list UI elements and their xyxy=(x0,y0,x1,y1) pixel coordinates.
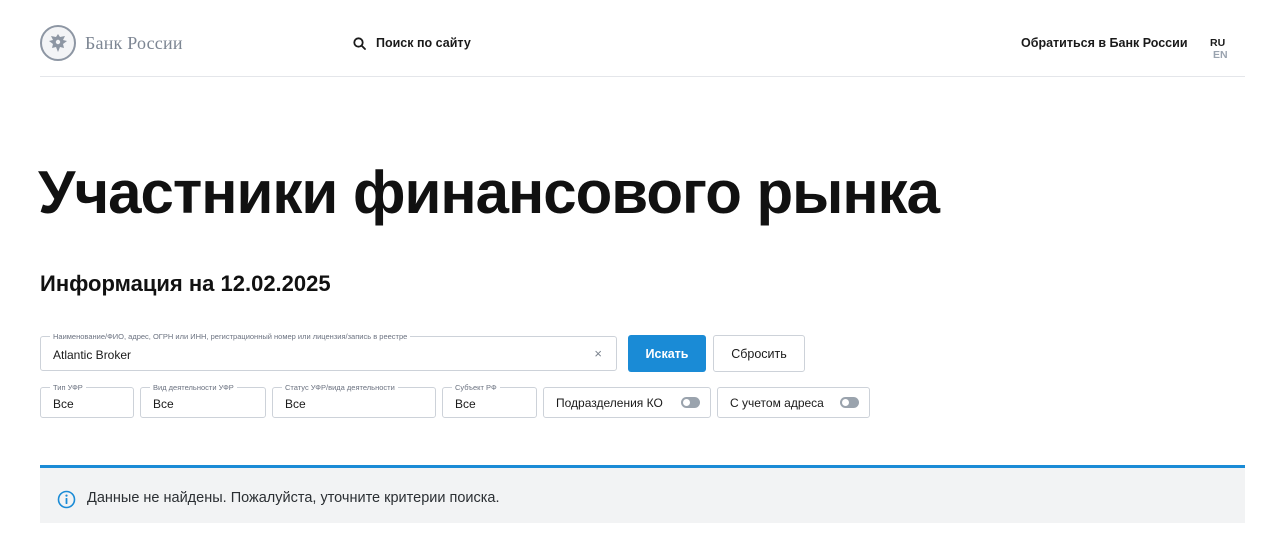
toggle-label: Подразделения КО xyxy=(556,395,663,410)
filter-value: Все xyxy=(455,397,476,411)
search-icon xyxy=(353,36,366,50)
reset-button[interactable]: Сбросить xyxy=(713,335,805,372)
main-search-label: Наименование/ФИО, адрес, ОГРН или ИНН, р… xyxy=(50,332,411,341)
filter-region[interactable]: Субъект РФ Все xyxy=(442,383,537,418)
logo[interactable]: Банк России xyxy=(40,25,183,61)
filter-label: Статус УФР/вида деятельности xyxy=(282,383,398,392)
filter-label: Вид деятельности УФР xyxy=(150,383,237,392)
info-icon xyxy=(57,490,76,509)
toggle-switch[interactable] xyxy=(681,397,700,408)
filter-status[interactable]: Статус УФР/вида деятельности Все xyxy=(272,383,436,418)
info-date-heading: Информация на 12.02.2025 xyxy=(40,271,331,296)
filter-ufr-type[interactable]: Тип УФР Все xyxy=(40,383,134,418)
lang-en-link[interactable]: EN xyxy=(1213,49,1228,61)
toggle-branches-ko[interactable]: Подразделения КО xyxy=(543,387,711,418)
no-data-alert: Данные не найдены. Пожалуйста, уточните … xyxy=(40,465,1245,523)
search-button[interactable]: Искать xyxy=(628,335,706,372)
logo-text: Банк России xyxy=(85,32,183,53)
toggle-switch[interactable] xyxy=(840,397,859,408)
main-search-value[interactable]: Atlantic Broker xyxy=(53,348,131,362)
main-search-field[interactable]: Наименование/ФИО, адрес, ОГРН или ИНН, р… xyxy=(40,332,617,371)
lang-ru-link[interactable]: RU xyxy=(1210,37,1225,49)
site-header: Банк России Поиск по сайту Обратиться в … xyxy=(40,0,1245,77)
alert-message: Данные не найдены. Пожалуйста, уточните … xyxy=(87,490,500,506)
toggle-label: С учетом адреса xyxy=(730,395,824,410)
site-search-link[interactable]: Поиск по сайту xyxy=(353,36,471,50)
contact-bank-link[interactable]: Обратиться в Банк России xyxy=(1021,36,1188,50)
language-switcher: RU EN xyxy=(1210,37,1245,61)
eagle-emblem-icon xyxy=(40,25,76,61)
page-title: Участники финансового рынка xyxy=(38,159,940,226)
filter-value: Все xyxy=(153,397,174,411)
filter-value: Все xyxy=(53,397,74,411)
clear-icon[interactable]: × xyxy=(594,347,602,360)
toggle-with-address[interactable]: С учетом адреса xyxy=(717,387,870,418)
filter-label: Тип УФР xyxy=(50,383,86,392)
filter-value: Все xyxy=(285,397,306,411)
filter-label: Субъект РФ xyxy=(452,383,500,392)
search-link-label: Поиск по сайту xyxy=(376,36,471,50)
filter-activity-type[interactable]: Вид деятельности УФР Все xyxy=(140,383,266,418)
